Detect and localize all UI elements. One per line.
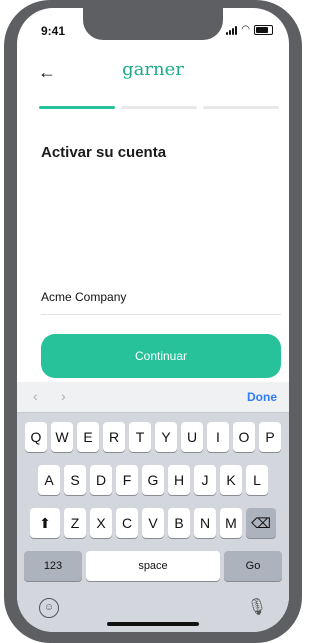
- keyboard-toolbar: ‹ › Done: [17, 382, 289, 413]
- space-key[interactable]: space: [86, 551, 220, 581]
- key-f[interactable]: F: [116, 465, 138, 495]
- signal-icon: [226, 26, 238, 35]
- key-row-2: A S D F G H J K L: [17, 465, 289, 495]
- status-icons: ◠: [226, 25, 273, 35]
- home-indicator: [107, 622, 199, 626]
- company-name-field[interactable]: Acme Company: [41, 290, 126, 304]
- key-row-3: ⬆ Z X C V B N M ⌫: [17, 508, 289, 538]
- wifi-icon: ◠: [241, 24, 250, 35]
- key-x[interactable]: X: [90, 508, 112, 538]
- key-k[interactable]: K: [220, 465, 242, 495]
- screen: 9:41 ◠ ← garner Activar su cuenta Acme C…: [17, 8, 289, 632]
- key-e[interactable]: E: [77, 422, 99, 452]
- key-row-1: Q W E R T Y U I O P: [17, 422, 289, 452]
- key-n[interactable]: N: [194, 508, 216, 538]
- continue-button[interactable]: Continuar: [41, 334, 281, 378]
- numbers-key[interactable]: 123: [24, 551, 82, 581]
- key-i[interactable]: I: [207, 422, 229, 452]
- key-w[interactable]: W: [51, 422, 73, 452]
- battery-icon: [254, 25, 273, 35]
- key-d[interactable]: D: [90, 465, 112, 495]
- notch: [83, 8, 223, 40]
- brand-logo: garner: [122, 59, 184, 80]
- status-time: 9:41: [41, 24, 66, 38]
- key-l[interactable]: L: [246, 465, 268, 495]
- chevron-right-icon[interactable]: ›: [61, 388, 66, 404]
- key-q[interactable]: Q: [25, 422, 47, 452]
- key-b[interactable]: B: [168, 508, 190, 538]
- backspace-icon[interactable]: ⌫: [246, 508, 276, 538]
- key-y[interactable]: Y: [155, 422, 177, 452]
- keyboard-bottom-bar: ☺ 🎙: [17, 594, 289, 632]
- page-title: Activar su cuenta: [41, 144, 167, 161]
- step-progress: [39, 106, 279, 110]
- phone-frame: 9:41 ◠ ← garner Activar su cuenta Acme C…: [4, 0, 302, 643]
- microphone-icon[interactable]: 🎙: [247, 597, 267, 617]
- key-row-4: 123 space Go: [17, 551, 289, 581]
- key-m[interactable]: M: [220, 508, 242, 538]
- key-s[interactable]: S: [64, 465, 86, 495]
- key-u[interactable]: U: [181, 422, 203, 452]
- key-o[interactable]: O: [233, 422, 255, 452]
- key-a[interactable]: A: [38, 465, 60, 495]
- progress-step-1: [39, 106, 115, 109]
- key-v[interactable]: V: [142, 508, 164, 538]
- field-underline: [41, 314, 281, 315]
- key-h[interactable]: H: [168, 465, 190, 495]
- key-r[interactable]: R: [103, 422, 125, 452]
- key-c[interactable]: C: [116, 508, 138, 538]
- key-p[interactable]: P: [259, 422, 281, 452]
- done-button[interactable]: Done: [247, 390, 277, 404]
- chevron-left-icon[interactable]: ‹: [33, 388, 38, 404]
- key-g[interactable]: G: [142, 465, 164, 495]
- key-z[interactable]: Z: [64, 508, 86, 538]
- key-j[interactable]: J: [194, 465, 216, 495]
- progress-step-2: [121, 106, 197, 109]
- shift-icon[interactable]: ⬆: [30, 508, 60, 538]
- emoji-icon[interactable]: ☺: [39, 598, 59, 618]
- key-t[interactable]: T: [129, 422, 151, 452]
- go-key[interactable]: Go: [224, 551, 282, 581]
- keyboard: ‹ › Done Q W E R T Y U I O P A S D F G H…: [17, 382, 289, 632]
- progress-step-3: [203, 106, 279, 109]
